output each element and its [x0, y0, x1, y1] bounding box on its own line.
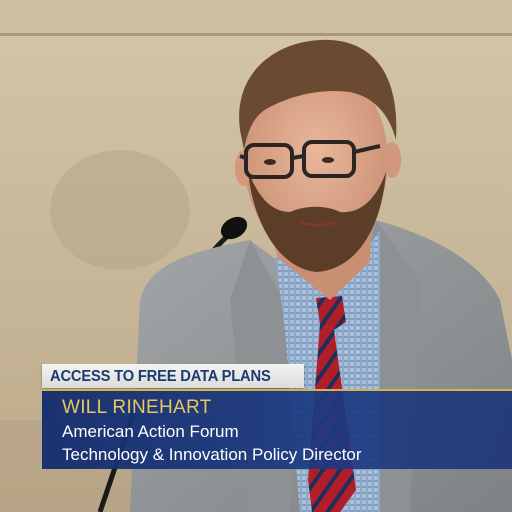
video-frame	[0, 0, 512, 512]
